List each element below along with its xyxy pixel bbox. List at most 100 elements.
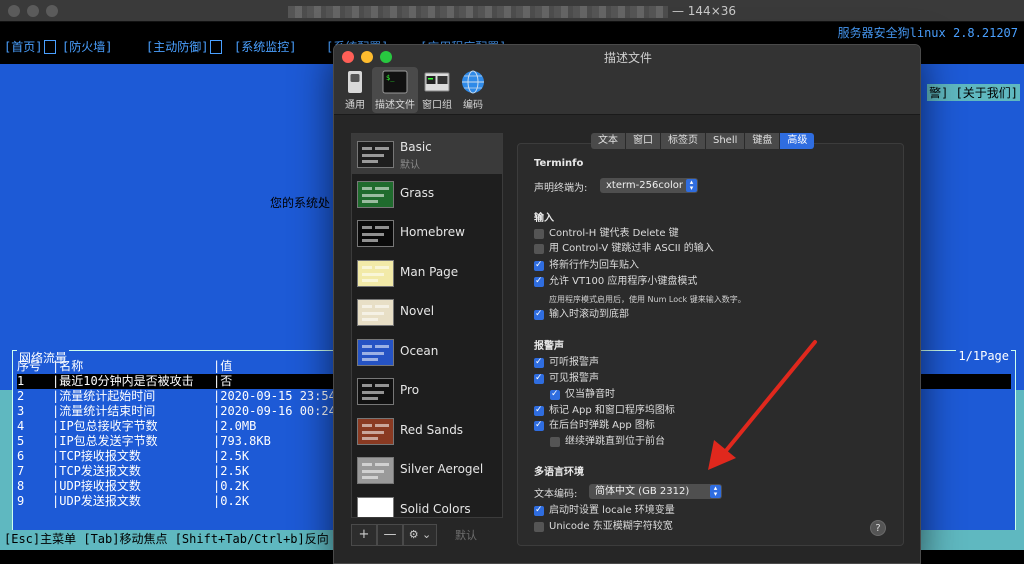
option-label: 用 Control-V 键跳过非 ASCII 的输入	[549, 243, 714, 254]
tab-2[interactable]: 标签页	[661, 133, 706, 149]
profile-item[interactable]: Homebrew	[352, 213, 502, 253]
thumbnail-line	[362, 199, 378, 203]
option-label: 启动时设置 locale 环境变量	[549, 505, 675, 516]
checkbox-icon	[534, 229, 544, 239]
toolbar-window-groups-label: 窗口组	[422, 100, 452, 111]
table-cell: 2	[17, 389, 25, 403]
toolbar-window-groups[interactable]: 窗口组	[420, 67, 454, 113]
menu-home[interactable]: [首页]	[4, 38, 58, 55]
profile-item[interactable]: Novel	[352, 292, 502, 332]
profile-thumbnail	[357, 220, 394, 247]
annotation-arrow-icon	[708, 340, 817, 470]
set-default-button[interactable]: 默认	[455, 527, 477, 543]
text-encoding-value: 简体中文 (GB 2312)	[595, 486, 690, 497]
table-cell: |TCP发送报文数	[52, 464, 141, 478]
thumbnail-line	[362, 430, 384, 434]
option-label: 可听报警声	[549, 357, 599, 368]
thumbnail-line	[375, 147, 389, 150]
toolbar-general-label: 通用	[345, 100, 365, 111]
thumbnail-line	[362, 476, 378, 479]
tab-4[interactable]: 键盘	[745, 133, 781, 149]
thumbnail-line	[362, 154, 384, 157]
table-cell: 8	[17, 479, 25, 493]
terminal-type-select[interactable]: xterm-256color ▴ ▾	[600, 178, 698, 193]
thumbnail-line	[362, 391, 384, 394]
terminal-titlebar: — 144×36	[0, 0, 1024, 22]
option-label: Control-H 键代表 Delete 键	[549, 228, 679, 239]
profile-item[interactable]: Ocean	[352, 332, 502, 372]
toolbar-profiles-label: 描述文件	[375, 100, 415, 111]
table-cell: 1	[17, 374, 25, 388]
thumbnail-line	[375, 186, 389, 190]
help-button[interactable]: ?	[870, 520, 886, 536]
thumbnail-line	[362, 186, 372, 190]
tab-1[interactable]: 窗口	[626, 133, 661, 149]
profile-thumbnail	[357, 259, 394, 287]
profile-thumbnail	[357, 180, 394, 208]
scroll-to-bottom-label: 输入时滚动到底部	[549, 309, 629, 320]
profile-thumbnail	[357, 496, 394, 517]
toolbar-profiles[interactable]: $_ 描述文件	[372, 67, 418, 113]
table-cell: |0.2K	[213, 494, 250, 508]
menu-about-us[interactable]: 警] [关于我们]	[927, 84, 1020, 101]
profile-item[interactable]: Basic 默认	[352, 134, 502, 174]
terminal-profile-icon: $_	[382, 70, 408, 94]
thumbnail-line	[362, 318, 378, 321]
menu-system-monitor[interactable]: [系统监控]	[234, 38, 296, 55]
preferences-titlebar: 描述文件 通用 $_ 描述文件 窗口组 编码	[334, 45, 920, 115]
locale-heading: 多语言环境	[534, 467, 584, 478]
thumbnail-line	[362, 351, 384, 355]
terminal-title: — 144×36	[0, 4, 1024, 18]
profile-item[interactable]: Silver Aerogel	[352, 450, 502, 490]
table-cell: 6	[17, 449, 25, 463]
tab-5[interactable]: 高级	[780, 133, 815, 149]
text-encoding-select[interactable]: 简体中文 (GB 2312) ▴ ▾	[589, 484, 722, 499]
profile-thumbnail	[357, 141, 394, 168]
checkbox-icon	[534, 504, 544, 516]
thumbnail-line	[362, 509, 384, 513]
add-profile-button[interactable]: +	[351, 524, 377, 546]
toolbar-encodings[interactable]: 编码	[456, 67, 490, 113]
table-cell: 3	[17, 404, 25, 418]
toolbar-general[interactable]: 通用	[340, 67, 370, 113]
checkbox-icon	[534, 372, 544, 384]
profile-thumbnail	[357, 338, 394, 366]
profile-item[interactable]: Pro	[352, 371, 502, 411]
svg-text:$_: $_	[386, 74, 395, 82]
profile-name: Silver Aerogel	[400, 462, 484, 476]
chevron-updown-icon: ▴ ▾	[710, 485, 721, 498]
profile-list[interactable]: Basic 默认 Grass Homebrew Man Page Novel Ocean Pr…	[351, 133, 503, 518]
menu-active-defense[interactable]: [主动防御]	[146, 38, 224, 55]
thumbnail-line	[375, 502, 389, 506]
profile-item[interactable]: Man Page	[352, 253, 502, 293]
option-label: Unicode 东亚模糊字符较宽	[549, 521, 673, 532]
profile-name: Ocean	[400, 343, 439, 358]
thumbnail-line	[362, 193, 384, 197]
checkbox-icon	[534, 404, 544, 416]
cursor-block-icon	[44, 40, 57, 54]
declare-terminal-label: 声明终端为:	[534, 183, 588, 194]
profile-item[interactable]: Solid Colors	[352, 490, 502, 517]
thumbnail-line	[362, 226, 372, 229]
preferences-title: 描述文件	[603, 51, 652, 65]
thumbnail-line	[375, 423, 389, 427]
option-label: 允许 VT100 应用程序小键盘模式	[549, 276, 698, 287]
thumbnail-line	[362, 265, 372, 269]
thumbnail-line	[362, 239, 378, 242]
menu-firewall[interactable]: [防火墙]	[62, 38, 112, 55]
profile-name: Novel	[400, 304, 435, 318]
tab-0[interactable]: 文本	[591, 133, 626, 149]
gear-menu-button[interactable]: ⚙ ⌄	[403, 524, 437, 546]
column-header: 序号	[17, 359, 42, 373]
thumbnail-line	[375, 344, 389, 348]
remove-profile-button[interactable]: —	[377, 524, 403, 546]
table-cell: |IP包总接收字节数	[52, 419, 158, 433]
profile-item[interactable]: Red Sands	[352, 411, 502, 451]
thumbnail-line	[362, 344, 372, 348]
tab-3[interactable]: Shell	[706, 133, 746, 149]
table-cell: |793.8KB	[213, 434, 271, 448]
cursor-block-icon	[210, 40, 223, 54]
option-label: 标记 App 和窗口程序坞图标	[549, 405, 675, 416]
thumbnail-line	[362, 384, 372, 387]
profile-item[interactable]: Grass	[352, 174, 502, 214]
